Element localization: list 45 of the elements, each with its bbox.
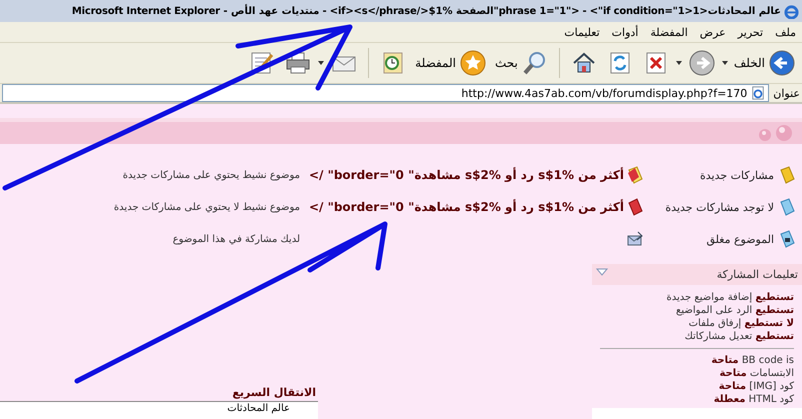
- menu-item[interactable]: ملف: [775, 26, 796, 38]
- folder-icon: [778, 166, 796, 184]
- rule-text: تستطيع الرد على المواضيع: [675, 304, 794, 317]
- forward-icon: [688, 49, 716, 77]
- collapse-icon[interactable]: [596, 268, 608, 276]
- menu-item[interactable]: المفضلة: [650, 26, 688, 38]
- envelope-icon: [626, 230, 644, 248]
- legend-label: الموضوع مغلق: [705, 232, 775, 246]
- legend-description: لديك مشاركة في هذا الموضوع: [172, 234, 301, 244]
- caret-icon[interactable]: [676, 61, 682, 65]
- address-text: http://www.4as7ab.com/vb/forumdisplay.php?f=170: [461, 86, 748, 100]
- back-icon: [768, 49, 796, 77]
- setting-text: كود [IMG] متاحة: [718, 380, 794, 393]
- favorites-button[interactable]: المفضلة: [413, 47, 489, 79]
- rule-text: تستطيع تعديل مشاركاتك: [684, 330, 794, 343]
- setting-text: كود HTML معطلة: [712, 393, 794, 406]
- address-field[interactable]: http://www.4as7ab.com/vb/forumdisplay.php?f=170: [2, 84, 770, 102]
- page-icon: [751, 86, 766, 100]
- menu-item[interactable]: أدوات: [612, 26, 638, 38]
- folder-icon: [778, 198, 796, 216]
- folder-icon: [626, 198, 644, 216]
- legend-hot-text: أكثر من %1$s رد أو %2$s مشاهدة" border="0" />: [308, 168, 625, 182]
- folder-icon: [626, 166, 644, 184]
- address-label: عنوان: [773, 86, 800, 100]
- rule-text: لا تستطيع إرفاق ملفات: [688, 317, 794, 330]
- panel-title: تعليمات المشاركة: [716, 268, 798, 281]
- favorites-icon: [458, 49, 487, 77]
- menu-item[interactable]: عرض: [700, 26, 726, 38]
- legend-description: موضوع نشيط يحتوي على مشاركات جديدة: [122, 170, 301, 180]
- search-button[interactable]: بحث: [492, 47, 551, 79]
- legend-label: لا توجد مشاركات جديدة: [664, 200, 775, 214]
- legend-hot-text: أكثر من %1$s رد أو %2$s مشاهدة" border="0" />: [308, 200, 625, 214]
- caret-icon[interactable]: [318, 61, 324, 65]
- menu-item[interactable]: تعليمات: [564, 26, 600, 38]
- legend-description: موضوع نشيط لا يحتوي على مشاركات جديدة: [114, 202, 301, 212]
- back-button[interactable]: الخلف: [732, 47, 798, 79]
- setting-text: الابتسامات متاحة: [718, 367, 794, 380]
- caret-icon[interactable]: [722, 61, 728, 65]
- menu-item[interactable]: تحرير: [738, 26, 764, 38]
- quick-nav-select[interactable]: عالم المحادثات: [0, 402, 318, 419]
- window-title: عالم المحادثات<phrase 1="1"> - <"if condition="1>1"الصفحة %1$</if><s</phrase> - منتديات عهد الأص - Microsoft Internet Explorer: [72, 6, 781, 16]
- rule-text: تستطيع إضافة مواضيع جديدة: [666, 291, 794, 304]
- browser-logo-icon: [784, 4, 799, 18]
- legend-label: مشاركات جديدة: [699, 168, 775, 182]
- lock-icon: [778, 230, 796, 248]
